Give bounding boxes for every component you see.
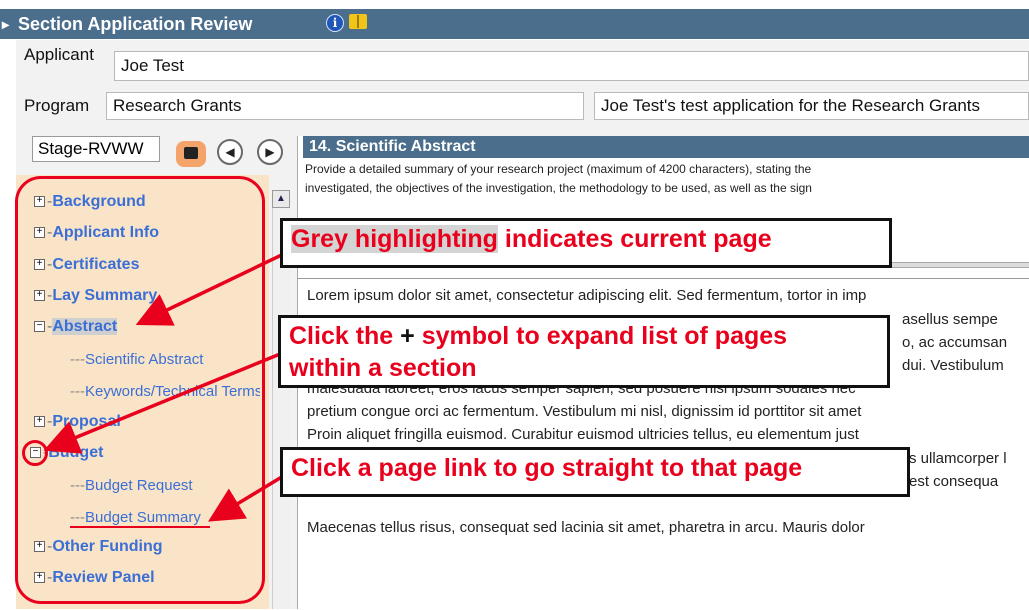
scroll-up-button[interactable]: ▲ [272, 190, 290, 208]
nav-item-applicant-info[interactable]: + -Applicant Info [34, 224, 159, 242]
print-button[interactable] [176, 141, 206, 167]
callout-expand: Click the + symbol to expand list of pag… [278, 315, 890, 388]
applicant-label: Applicant [24, 45, 94, 64]
section-description: Provide a detailed summary of your resea… [305, 160, 1029, 198]
text-line: Maecenas tellus risus, consequat sed lac… [307, 519, 865, 536]
arrow-up-icon: ▲ [276, 193, 286, 204]
text-line: s ullamcorper l [909, 450, 1007, 467]
section-title: 14. Scientific Abstract [303, 136, 1029, 158]
printer-icon [184, 147, 198, 159]
collapse-icon[interactable]: − [30, 447, 41, 459]
arrow-left-icon: ◀ [225, 145, 235, 159]
current-page-highlight: Abstract [52, 318, 118, 335]
text-line: o, ac accumsan [902, 334, 1008, 351]
callout-current-page: Grey highlighting indicates current page [280, 218, 892, 268]
nav-item-certificates[interactable]: + -Certificates [34, 256, 139, 274]
callout-current-text: indicates current page [497, 225, 772, 253]
arrow-right-icon: ▶ [265, 145, 275, 159]
text-line: pretium congue orci ac fermentum. Vestib… [307, 403, 862, 420]
text-line: dui. Vestibulum [902, 357, 1004, 374]
callout-page-link: Click a page link to go straight to that… [280, 447, 910, 497]
description-line: investigated, the objectives of the inve… [305, 181, 812, 195]
nav-page-keywords[interactable]: ---Keywords/Technical Terms [70, 383, 260, 400]
expand-icon[interactable]: + [34, 227, 45, 239]
nav-item-other-funding[interactable]: + -Other Funding [34, 538, 163, 556]
callout-link-text: Click a page link to go straight to that… [291, 454, 803, 482]
description-line: Provide a detailed summary of your resea… [305, 162, 812, 176]
nav-page-budget-summary[interactable]: ---Budget Summary [70, 509, 201, 526]
callout-expand-text-3: within a section [289, 354, 477, 382]
next-button[interactable]: ▶ [257, 139, 283, 165]
expand-icon[interactable]: + [34, 196, 45, 208]
nav-item-lay-summary[interactable]: + -Lay Summary [34, 287, 157, 305]
collapse-icon[interactable]: − [34, 321, 45, 333]
expand-icon[interactable]: + [34, 572, 45, 584]
info-icon[interactable]: i [326, 14, 344, 32]
nav-item-abstract[interactable]: − -Abstract [34, 318, 118, 336]
nav-item-background[interactable]: + -Background [34, 193, 146, 211]
expand-icon[interactable]: + [34, 416, 45, 428]
nav-item-proposal[interactable]: + -Proposal [34, 413, 121, 431]
expand-icon[interactable]: + [34, 290, 45, 302]
title-bar: ▸ Section Application Review i [0, 9, 1029, 39]
nav-item-budget[interactable]: − -Budget [30, 444, 103, 462]
link-annotation-underline [70, 526, 210, 528]
nav-item-review-panel[interactable]: + -Review Panel [34, 569, 155, 587]
callout-expand-text-1: Click the [289, 322, 401, 350]
nav-page-scientific-abstract[interactable]: ---Scientific Abstract [70, 351, 203, 368]
book-icon[interactable] [349, 14, 367, 29]
text-line: Proin aliquet fringilla euismod. Curabit… [307, 426, 859, 443]
text-line: Lorem ipsum dolor sit amet, consectetur … [307, 287, 867, 304]
window-title: Section Application Review [18, 14, 253, 34]
applicant-field[interactable]: Joe Test [114, 51, 1029, 81]
expand-icon[interactable]: + [34, 259, 45, 271]
chevron-right-icon[interactable]: ▸ [2, 9, 9, 39]
callout-grey-text: Grey highlighting [291, 225, 498, 253]
text-line: est consequa [909, 473, 999, 490]
program-description-field[interactable]: Joe Test's test application for the Rese… [594, 92, 1029, 120]
stage-select[interactable]: Stage-RVWW [32, 136, 160, 162]
callout-plus-symbol: + [400, 322, 415, 350]
text-line: asellus sempe [902, 311, 998, 328]
program-field[interactable]: Research Grants [106, 92, 584, 120]
program-label: Program [24, 96, 90, 115]
expand-icon[interactable]: + [34, 541, 45, 553]
callout-expand-text-2: symbol to expand list of pages [414, 322, 788, 350]
previous-button[interactable]: ◀ [217, 139, 243, 165]
nav-page-budget-request[interactable]: ---Budget Request [70, 477, 193, 494]
scrollbar-track[interactable] [272, 208, 291, 609]
